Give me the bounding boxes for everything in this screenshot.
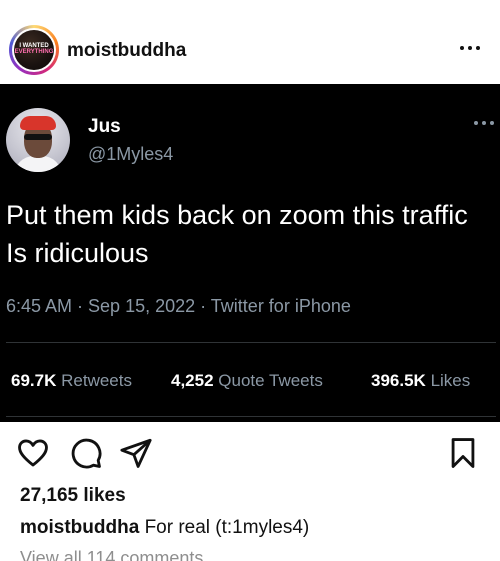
heart-icon[interactable] [16, 436, 50, 470]
likes-count[interactable]: 27,165 likes [20, 485, 126, 507]
more-options-icon[interactable] [458, 36, 482, 60]
stat-quote-tweets: 4,252 Quote Tweets [171, 371, 323, 390]
stat-likes: 396.5K Likes [371, 371, 471, 390]
post-header: I WANTED EVERYTHING moistbuddha [0, 0, 500, 84]
tweet-author-avatar [6, 108, 70, 172]
avatar-image: I WANTED EVERYTHING [14, 30, 54, 70]
tweet-meta: 6:45 AM · Sep 15, 2022 · Twitter for iPh… [6, 296, 351, 316]
stat-retweets: 69.7K Retweets [11, 371, 132, 390]
post-caption: moistbuddha For real (t:1myles4) [20, 517, 309, 539]
divider [6, 416, 496, 417]
caption-username[interactable]: moistbuddha [20, 517, 139, 538]
tweet-more-icon [472, 118, 496, 128]
tweet-author-name: Jus [88, 116, 121, 137]
comment-icon[interactable] [69, 436, 103, 470]
tweet-card[interactable]: Jus @1Myles4 Put them kids back on zoom … [0, 84, 500, 422]
view-comments-link[interactable]: View all 114 comments [20, 548, 203, 561]
share-icon[interactable] [119, 436, 153, 470]
caption-text: For real (t:1myles4) [144, 517, 310, 538]
post-actions [0, 422, 500, 482]
bookmark-icon[interactable] [446, 436, 480, 470]
profile-avatar[interactable]: I WANTED EVERYTHING [9, 25, 59, 75]
divider [6, 342, 496, 343]
avatar-frame: I WANTED EVERYTHING [12, 28, 56, 72]
tweet-text: Put them kids back on zoom this traffic … [6, 200, 468, 268]
avatar-logo-text: I WANTED EVERYTHING [14, 43, 54, 55]
post-username[interactable]: moistbuddha [67, 40, 186, 62]
tweet-author-handle: @1Myles4 [88, 144, 174, 164]
